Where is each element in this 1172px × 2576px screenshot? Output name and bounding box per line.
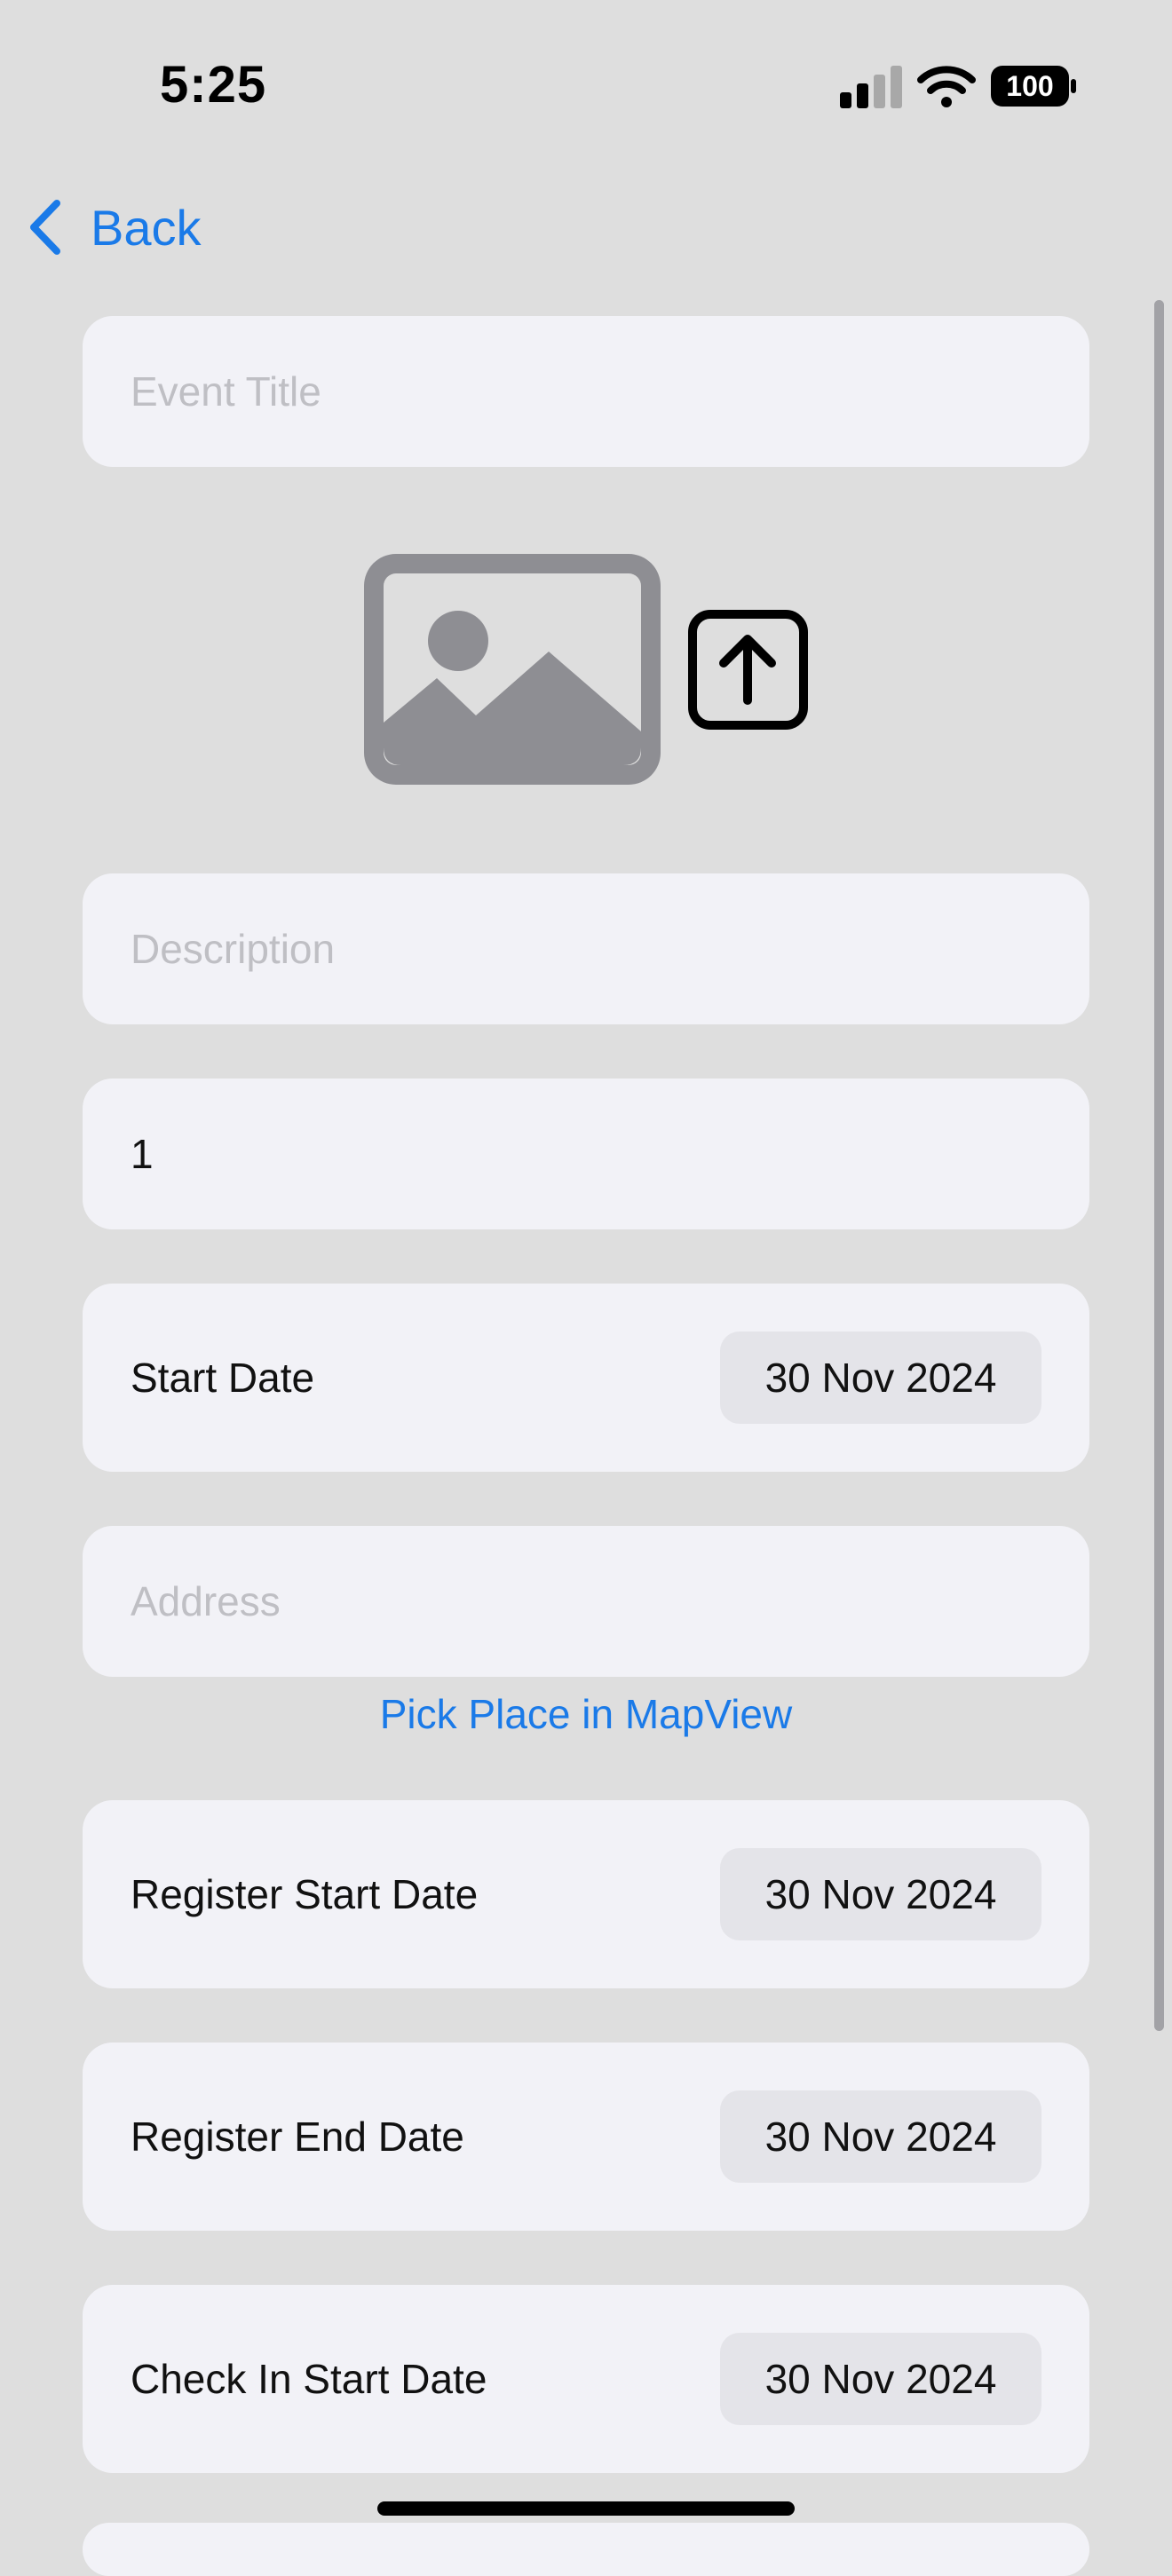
pick-place-mapview-link[interactable]: Pick Place in MapView — [0, 1690, 1172, 1738]
home-indicator[interactable] — [377, 2501, 795, 2516]
register-end-date-row: Register End Date 30 Nov 2024 — [83, 2043, 1089, 2231]
upload-icon[interactable] — [688, 610, 808, 730]
register-start-date-row: Register Start Date 30 Nov 2024 — [83, 1800, 1089, 1988]
photo-placeholder-icon[interactable] — [364, 554, 661, 785]
check-in-start-date-row: Check In Start Date 30 Nov 2024 — [83, 2285, 1089, 2473]
quantity-value: 1 — [131, 1131, 154, 1177]
description-field[interactable]: Description — [83, 873, 1089, 1024]
address-placeholder: Address — [131, 1578, 281, 1624]
battery-level: 100 — [1006, 70, 1054, 102]
register-end-date-label: Register End Date — [131, 2114, 464, 2160]
status-bar: 5:25 100 — [0, 0, 1172, 169]
description-placeholder: Description — [131, 926, 336, 972]
start-date-picker[interactable]: 30 Nov 2024 — [720, 1331, 1041, 1424]
check-in-start-date-label: Check In Start Date — [131, 2356, 487, 2402]
register-start-date-picker[interactable]: 30 Nov 2024 — [720, 1848, 1041, 1940]
start-date-label: Start Date — [131, 1355, 315, 1401]
quantity-field[interactable]: 1 — [83, 1079, 1089, 1229]
scrollbar[interactable] — [1154, 300, 1164, 2031]
event-title-placeholder: Event Title — [131, 368, 321, 415]
register-start-date-label: Register Start Date — [131, 1871, 479, 1917]
image-picker — [364, 554, 808, 785]
address-field[interactable]: Address — [83, 1526, 1089, 1677]
status-time: 5:25 — [160, 56, 267, 114]
cellular-signal-icon — [840, 66, 902, 108]
register-end-date-picker[interactable]: 30 Nov 2024 — [720, 2090, 1041, 2183]
wifi-icon — [917, 66, 976, 107]
event-title-field[interactable]: Event Title — [83, 316, 1089, 467]
back-button[interactable]: Back — [25, 194, 202, 261]
start-date-row: Start Date 30 Nov 2024 — [83, 1284, 1089, 1472]
chevron-left-icon — [30, 200, 60, 255]
next-field-partial[interactable] — [83, 2523, 1089, 2576]
battery-icon: 100 — [991, 66, 1076, 107]
back-label: Back — [91, 199, 202, 256]
check-in-start-date-picker[interactable]: 30 Nov 2024 — [720, 2333, 1041, 2425]
